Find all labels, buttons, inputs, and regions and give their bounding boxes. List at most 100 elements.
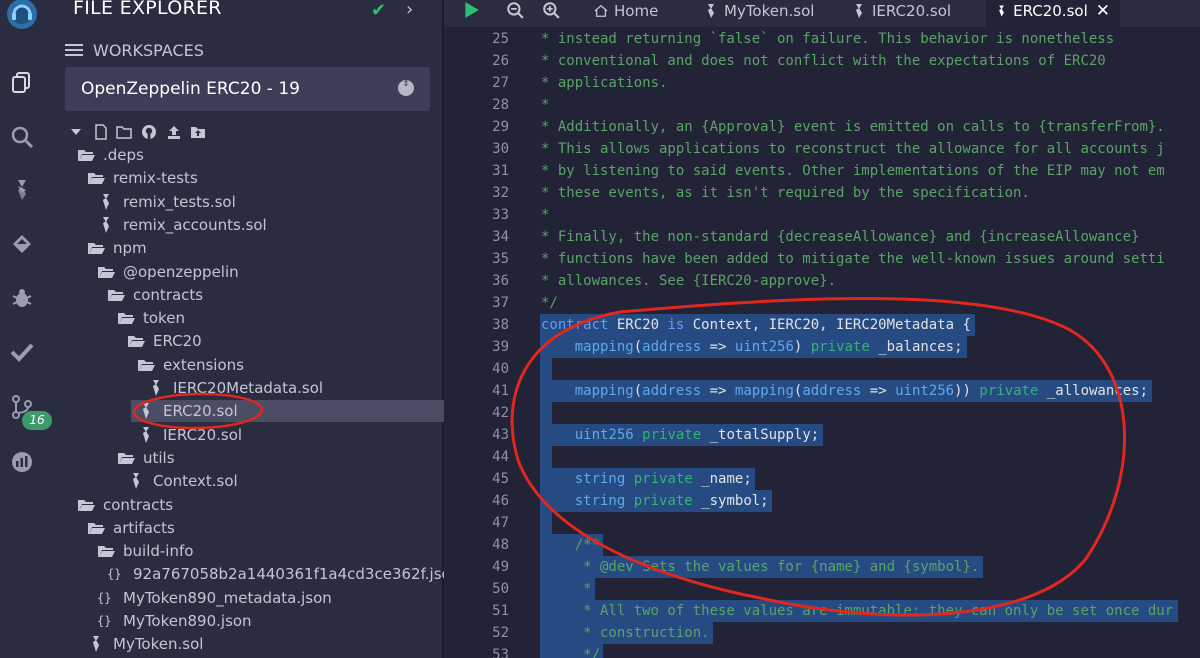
workspace-select[interactable]: OpenZeppelin ERC20 - 19 ⇕ bbox=[65, 67, 430, 111]
code-line: * @dev Sets the values for {name} and {s… bbox=[541, 559, 980, 575]
tree-item-label: artifacts bbox=[113, 518, 175, 537]
solidity-file-icon bbox=[97, 193, 115, 210]
tab-home[interactable]: Home bbox=[586, 0, 666, 27]
solidity-compiler-icon[interactable] bbox=[9, 177, 35, 203]
line-number: 50 bbox=[492, 581, 509, 597]
folder-item[interactable]: build-info bbox=[97, 540, 193, 562]
line-number: 51 bbox=[492, 603, 509, 619]
file-item[interactable]: IERC20.sol bbox=[137, 424, 242, 446]
code-line: mapping(address => uint256) private _bal… bbox=[574, 339, 963, 355]
upload-folder-icon[interactable] bbox=[190, 124, 206, 140]
tab-erc20[interactable]: ERC20.sol ✕ bbox=[986, 0, 1120, 27]
line-number: 46 bbox=[492, 493, 509, 509]
tree-item-label: utils bbox=[143, 448, 175, 467]
solidity-file-icon bbox=[147, 380, 165, 396]
git-badge: 16 bbox=[22, 411, 52, 430]
code-editor[interactable]: 25 * instead returning `false` on failure… bbox=[444, 27, 1200, 658]
line-number: 43 bbox=[492, 427, 509, 443]
line-number: 32 bbox=[492, 185, 509, 201]
file-item[interactable]: {} MyToken890_metadata.json bbox=[97, 587, 332, 609]
chevron-right-icon[interactable]: › bbox=[406, 0, 413, 20]
code-line: * instead returning `false` on failure. … bbox=[541, 31, 1115, 47]
line-number: 39 bbox=[492, 339, 509, 355]
folder-item[interactable]: token bbox=[117, 307, 185, 329]
folder-item[interactable]: artifacts bbox=[87, 517, 175, 539]
tree-item-label: token bbox=[143, 309, 185, 328]
line-number: 45 bbox=[492, 471, 509, 487]
close-tab-icon[interactable]: ✕ bbox=[1096, 0, 1110, 22]
folder-item[interactable]: npm bbox=[87, 237, 147, 259]
line-number: 40 bbox=[492, 361, 509, 377]
file-item[interactable]: ERC20.sol bbox=[131, 400, 446, 423]
hamburger-menu-icon[interactable] bbox=[65, 41, 83, 59]
solidity-file-icon bbox=[127, 473, 145, 490]
code-line: mapping(address => mapping(address => ui… bbox=[574, 383, 1148, 399]
workspaces-header[interactable]: WORKSPACES bbox=[65, 40, 204, 60]
code-line: * allowances. See {IERC20-approve}. bbox=[541, 273, 837, 289]
tree-item-label: MyToken.sol bbox=[113, 635, 204, 654]
folder-item[interactable]: contracts bbox=[77, 494, 173, 516]
code-line: * Additionally, an {Approval} event is e… bbox=[541, 119, 1165, 135]
remix-logo-icon[interactable] bbox=[4, 0, 40, 34]
folder-item[interactable]: @openzeppelin bbox=[97, 261, 239, 283]
line-number: 52 bbox=[492, 625, 509, 641]
new-folder-icon[interactable] bbox=[116, 124, 132, 140]
caret-down-icon[interactable] bbox=[68, 124, 84, 140]
analytics-gauge-icon[interactable] bbox=[9, 449, 35, 475]
new-file-icon[interactable] bbox=[93, 124, 109, 140]
tree-item-label: contracts bbox=[133, 285, 204, 304]
tab-ierc20[interactable]: IERC20.sol bbox=[844, 0, 959, 27]
code-line: * applications. bbox=[541, 75, 668, 91]
tree-item-label: ERC20 bbox=[153, 332, 202, 351]
zoom-in-icon[interactable] bbox=[542, 1, 560, 23]
file-item[interactable]: {} MyToken890.json bbox=[97, 610, 252, 632]
run-play-icon[interactable] bbox=[462, 1, 480, 23]
folder-item[interactable]: .deps bbox=[77, 144, 144, 166]
file-explorer-icon[interactable] bbox=[9, 69, 35, 95]
updown-arrow-icon: ⇕ bbox=[398, 80, 414, 96]
file-item[interactable]: IERC20Metadata.sol bbox=[147, 377, 323, 399]
file-item[interactable]: remix_accounts.sol bbox=[97, 214, 267, 236]
folder-item[interactable]: contracts bbox=[107, 284, 203, 306]
folder-item[interactable]: extensions bbox=[137, 354, 244, 376]
folder-item[interactable]: remix-tests bbox=[87, 167, 198, 189]
file-item[interactable]: Context.sol bbox=[127, 470, 238, 492]
line-number: 37 bbox=[492, 295, 509, 311]
file-item[interactable]: {} 92a767058b2a1440361f1a4cd3ce362f.json bbox=[107, 563, 460, 585]
file-item[interactable]: remix_tests.sol bbox=[97, 191, 236, 213]
folder-item[interactable]: ERC20 bbox=[127, 330, 202, 352]
tree-item-label: MyToken890.json bbox=[123, 612, 252, 630]
code-line: * This allows applications to reconstruc… bbox=[541, 141, 1165, 157]
folder-open-icon bbox=[127, 333, 145, 349]
github-icon[interactable] bbox=[141, 124, 157, 140]
line-number: 44 bbox=[492, 449, 509, 465]
upload-icon[interactable] bbox=[166, 124, 182, 140]
file-item[interactable]: MyToken.sol bbox=[87, 633, 203, 655]
panel-title: FILE EXPLORER bbox=[73, 0, 222, 19]
solidity-icon bbox=[856, 4, 862, 18]
search-icon[interactable] bbox=[9, 124, 35, 150]
tree-item-label: ERC20.sol bbox=[163, 402, 238, 421]
tree-item-label: npm bbox=[113, 239, 147, 258]
line-number: 36 bbox=[492, 273, 509, 289]
code-line: * these events, as it isn't required by … bbox=[541, 185, 1030, 201]
solidity-icon bbox=[708, 4, 714, 18]
tree-item-label: extensions bbox=[163, 355, 244, 374]
tree-item-label: IERC20.sol bbox=[163, 425, 243, 444]
line-number: 38 bbox=[492, 317, 509, 333]
debugger-icon[interactable] bbox=[9, 285, 35, 311]
code-line: */ bbox=[541, 647, 601, 658]
tree-item-label: 92a767058b2a1440361f1a4cd3ce362f.json bbox=[133, 565, 461, 584]
deploy-run-icon[interactable] bbox=[9, 231, 35, 257]
code-line: * conventional and does not conflict wit… bbox=[541, 53, 1106, 69]
folder-open-icon bbox=[87, 170, 105, 186]
selection-highlight bbox=[540, 512, 552, 534]
workspace-selected: OpenZeppelin ERC20 - 19 bbox=[81, 79, 300, 99]
zoom-out-icon[interactable] bbox=[506, 1, 524, 23]
folder-item[interactable]: utils bbox=[117, 447, 175, 469]
code-line: * construction. bbox=[541, 625, 710, 641]
json-file-icon: {} bbox=[107, 567, 122, 582]
testing-check-icon[interactable] bbox=[9, 338, 35, 364]
tab-label: ERC20.sol bbox=[1013, 2, 1088, 20]
tab-mytoken[interactable]: MyToken.sol bbox=[696, 0, 822, 27]
